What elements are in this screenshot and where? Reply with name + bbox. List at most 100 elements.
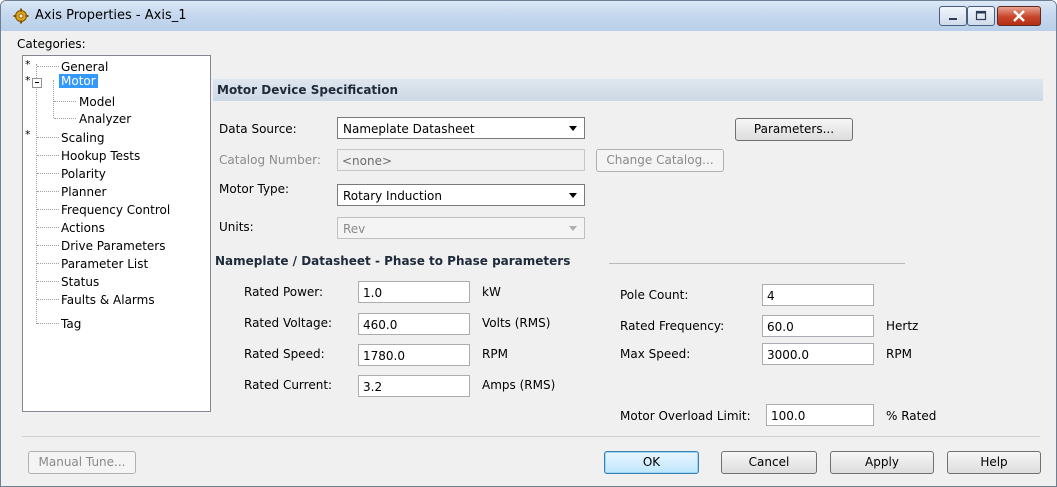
tree-connector xyxy=(54,101,76,102)
axis-properties-dialog: Axis Properties - Axis_1 Categories: * * xyxy=(0,0,1057,487)
rated-voltage-field[interactable]: 460.0 xyxy=(358,313,470,335)
parameters-button[interactable]: Parameters... xyxy=(735,118,853,141)
max-speed-unit: RPM xyxy=(886,347,912,361)
tree-connector xyxy=(37,323,59,324)
rated-voltage-unit: Volts (RMS) xyxy=(482,316,551,330)
category-status[interactable]: Status xyxy=(61,275,99,289)
overload-limit-field[interactable]: 100.0 xyxy=(766,404,874,426)
window-title: Axis Properties - Axis_1 xyxy=(35,8,187,23)
tree-connector xyxy=(37,173,59,174)
tree-connector xyxy=(37,263,59,264)
tree-connector xyxy=(36,64,37,324)
title-bar[interactable]: Axis Properties - Axis_1 xyxy=(1,1,1056,31)
tree-connector xyxy=(37,209,59,210)
close-icon xyxy=(1013,10,1025,22)
category-parameter-list[interactable]: Parameter List xyxy=(61,257,148,271)
rated-current-label: Rated Current: xyxy=(244,378,333,392)
manual-tune-button: Manual Tune... xyxy=(28,451,136,474)
units-label: Units: xyxy=(219,220,254,234)
category-polarity[interactable]: Polarity xyxy=(61,167,106,181)
maximize-button[interactable] xyxy=(967,6,995,26)
apply-button[interactable]: Apply xyxy=(830,451,934,474)
tree-connector xyxy=(53,80,54,118)
nameplate-group-title: Nameplate / Datasheet - Phase to Phase p… xyxy=(215,254,571,268)
modified-star-icon: * xyxy=(25,128,31,141)
rated-frequency-unit: Hertz xyxy=(886,319,919,333)
category-faults-alarms[interactable]: Faults & Alarms xyxy=(61,293,155,307)
maximize-icon xyxy=(975,10,987,21)
rated-voltage-label: Rated Voltage: xyxy=(244,316,333,330)
tree-connector xyxy=(37,191,59,192)
category-model[interactable]: Model xyxy=(79,95,115,109)
modified-star-icon: * xyxy=(25,58,31,71)
max-speed-value: 3000.0 xyxy=(767,348,809,362)
rated-power-value: 1.0 xyxy=(363,286,383,300)
pole-count-value: 4 xyxy=(767,289,775,303)
rated-current-unit: Amps (RMS) xyxy=(482,378,556,392)
pole-count-label: Pole Count: xyxy=(620,288,689,302)
data-source-label: Data Source: xyxy=(219,122,297,136)
overload-limit-value: 100.0 xyxy=(771,409,806,423)
dropdown-arrow-icon xyxy=(569,193,577,198)
section-title: Motor Device Specification xyxy=(217,83,399,97)
units-value: Rev xyxy=(343,222,366,236)
category-planner[interactable]: Planner xyxy=(61,185,106,199)
motor-type-label: Motor Type: xyxy=(219,182,290,196)
max-speed-field[interactable]: 3000.0 xyxy=(762,343,874,365)
categories-label: Categories: xyxy=(17,37,86,51)
category-general[interactable]: General xyxy=(61,60,108,74)
tree-connector xyxy=(37,227,59,228)
data-source-select[interactable]: Nameplate Datasheet xyxy=(337,117,585,139)
category-scaling[interactable]: Scaling xyxy=(61,131,104,145)
categories-tree[interactable]: * * * General Motor Model Analyzer Scali… xyxy=(22,55,211,412)
dropdown-arrow-icon xyxy=(569,226,577,231)
category-hookup-tests[interactable]: Hookup Tests xyxy=(61,149,140,163)
rated-power-field[interactable]: 1.0 xyxy=(358,281,470,303)
ok-button[interactable]: OK xyxy=(604,451,699,474)
tree-connector xyxy=(37,281,59,282)
cancel-button[interactable]: Cancel xyxy=(721,451,817,474)
category-tag[interactable]: Tag xyxy=(61,317,81,331)
units-select: Rev xyxy=(337,217,585,239)
tree-connector xyxy=(37,137,59,138)
rated-frequency-value: 60.0 xyxy=(767,320,794,334)
tree-connector xyxy=(37,245,59,246)
motor-type-value: Rotary Induction xyxy=(343,189,442,203)
category-drive-parameters[interactable]: Drive Parameters xyxy=(61,239,166,253)
motor-type-select[interactable]: Rotary Induction xyxy=(337,184,585,206)
minimize-icon xyxy=(949,18,957,20)
category-analyzer[interactable]: Analyzer xyxy=(79,112,131,126)
close-button[interactable] xyxy=(997,6,1041,26)
rated-speed-label: Rated Speed: xyxy=(244,347,325,361)
tree-connector xyxy=(37,66,59,67)
minimize-button[interactable] xyxy=(939,6,967,26)
catalog-number-field: <none> xyxy=(337,149,585,171)
rated-voltage-value: 460.0 xyxy=(363,318,398,332)
rated-power-unit: kW xyxy=(482,285,501,299)
gear-icon xyxy=(13,8,29,24)
collapse-icon[interactable] xyxy=(32,78,42,88)
overload-limit-label: Motor Overload Limit: xyxy=(620,409,751,423)
modified-star-icon: * xyxy=(25,74,31,87)
rated-frequency-field[interactable]: 60.0 xyxy=(762,315,874,337)
tree-connector xyxy=(54,118,76,119)
rated-speed-field[interactable]: 1780.0 xyxy=(358,344,470,366)
tree-connector xyxy=(37,299,59,300)
change-catalog-button: Change Catalog... xyxy=(596,149,724,172)
pole-count-field[interactable]: 4 xyxy=(762,284,874,306)
section-header: Motor Device Specification xyxy=(213,79,1043,101)
rated-current-value: 3.2 xyxy=(363,380,383,394)
rated-current-field[interactable]: 3.2 xyxy=(358,375,470,397)
rated-power-label: Rated Power: xyxy=(244,285,324,299)
rated-frequency-label: Rated Frequency: xyxy=(620,319,725,333)
tree-connector xyxy=(37,155,59,156)
category-frequency-control[interactable]: Frequency Control xyxy=(61,203,170,217)
help-button[interactable]: Help xyxy=(947,451,1041,474)
data-source-value: Nameplate Datasheet xyxy=(343,122,475,136)
catalog-number-value: <none> xyxy=(342,154,393,168)
catalog-number-label: Catalog Number: xyxy=(219,153,321,167)
category-motor[interactable]: Motor xyxy=(59,74,98,88)
max-speed-label: Max Speed: xyxy=(620,347,691,361)
group-separator xyxy=(609,263,905,264)
category-actions[interactable]: Actions xyxy=(61,221,105,235)
